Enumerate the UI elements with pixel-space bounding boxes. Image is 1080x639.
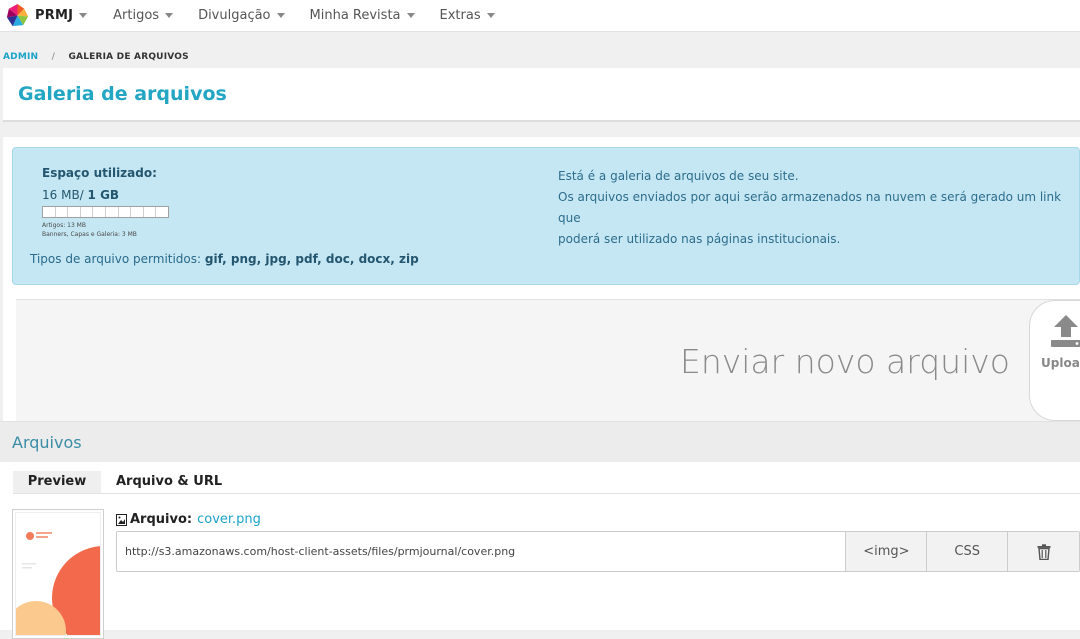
files-section-title: Arquivos [12, 433, 82, 452]
top-navbar: PRMJ Artigos Divulgação Minha Revista Ex… [0, 0, 1080, 32]
nav-extras[interactable]: Extras [440, 8, 495, 23]
quota-segment [81, 207, 94, 217]
files-table: Preview Arquivo & URL Arquivo: cover.png [0, 462, 1080, 639]
brand-menu[interactable]: PRMJ [5, 3, 88, 28]
nav-divulgacao-label: Divulgação [198, 8, 271, 23]
files-section-header: Arquivos [0, 421, 1080, 462]
gallery-description-line: poderá ser utilizado nas páginas institu… [558, 232, 841, 246]
cover-preview-image [16, 513, 100, 635]
space-used-label: Espaço utilizado: [42, 166, 157, 180]
quota-segment [131, 207, 144, 217]
upload-button-label: Uploa [1041, 356, 1080, 370]
file-info: Arquivo: cover.png [116, 512, 261, 527]
brand-name: PRMJ [35, 8, 74, 23]
allowed-types-label: Tipos de arquivo permitidos: [30, 252, 202, 266]
file-label: Arquivo: [130, 512, 193, 527]
breadcrumb: ADMIN / GALERIA DE ARQUIVOS [3, 52, 189, 62]
allowed-types: Tipos de arquivo permitidos: gif, png, j… [30, 252, 419, 266]
quota-segment [106, 207, 119, 217]
upload-button[interactable]: Uploa [1029, 300, 1080, 421]
quota-segment [68, 207, 81, 217]
quota-segment [144, 207, 157, 217]
gallery-description-line: Os arquivos enviados por aqui serão arma… [558, 190, 1062, 225]
image-file-icon [116, 513, 127, 526]
nav-minha-revista-label: Minha Revista [309, 8, 401, 23]
nav-artigos-label: Artigos [113, 8, 160, 23]
quota-segment [156, 207, 168, 217]
file-url-row: <img> CSS [116, 531, 1080, 572]
column-header-file-url: Arquivo & URL [116, 474, 223, 489]
usage-note-articles: Artigos: 13 MB [42, 222, 86, 229]
allowed-types-value: gif, png, jpg, pdf, doc, docx, zip [204, 252, 419, 266]
chevron-down-icon [79, 13, 88, 18]
chevron-down-icon [486, 13, 495, 18]
quota-segment [93, 207, 106, 217]
upload-dropzone[interactable]: Enviar novo arquivo Uploa [16, 299, 1080, 421]
nav-minha-revista[interactable]: Minha Revista [310, 8, 415, 23]
column-header-preview: Preview [13, 471, 101, 493]
quota-segment [56, 207, 69, 217]
header-divider [13, 493, 1080, 494]
upload-prompt: Enviar novo arquivo [679, 342, 1010, 381]
breadcrumb-admin-link[interactable]: ADMIN [3, 52, 38, 62]
quota-progress-bar [42, 206, 169, 218]
space-used-amount: 16 MB/ [42, 188, 84, 202]
upload-icon [1051, 315, 1080, 347]
space-used-value: 16 MB/ 1 GB [42, 188, 119, 202]
storage-info-box: Espaço utilizado: 16 MB/ 1 GB Artigos: 1… [12, 147, 1080, 285]
thumbnail-image [15, 512, 101, 636]
quota-segment [43, 207, 56, 217]
file-name-link[interactable]: cover.png [197, 512, 261, 527]
usage-note-banners: Banners, Capas e Galeria: 3 MB [42, 231, 137, 238]
page-title: Galeria de arquivos [18, 83, 227, 105]
gallery-description-line: Está é a galeria de arquivos de seu site… [558, 169, 799, 183]
file-url-field[interactable] [117, 532, 846, 571]
brand-logo-icon [6, 3, 29, 27]
page-header-card: Galeria de arquivos [3, 68, 1080, 122]
breadcrumb-current: GALERIA DE ARQUIVOS [68, 52, 189, 62]
delete-file-button[interactable] [1007, 532, 1079, 571]
file-thumbnail[interactable] [12, 509, 104, 639]
copy-css-button[interactable]: CSS [926, 532, 1008, 571]
copy-img-tag-button[interactable]: <img> [845, 532, 927, 571]
nav-extras-label: Extras [439, 8, 481, 23]
quota-segment [119, 207, 132, 217]
nav-artigos[interactable]: Artigos [113, 8, 174, 23]
trash-icon [1037, 543, 1051, 560]
chevron-down-icon [276, 13, 285, 18]
nav-divulgacao[interactable]: Divulgação [198, 8, 285, 23]
chevron-down-icon [406, 13, 415, 18]
space-total-amount: 1 GB [87, 188, 120, 202]
gallery-description: Está é a galeria de arquivos de seu site… [558, 166, 1079, 250]
chevron-down-icon [165, 13, 174, 18]
breadcrumb-separator: / [51, 52, 56, 62]
